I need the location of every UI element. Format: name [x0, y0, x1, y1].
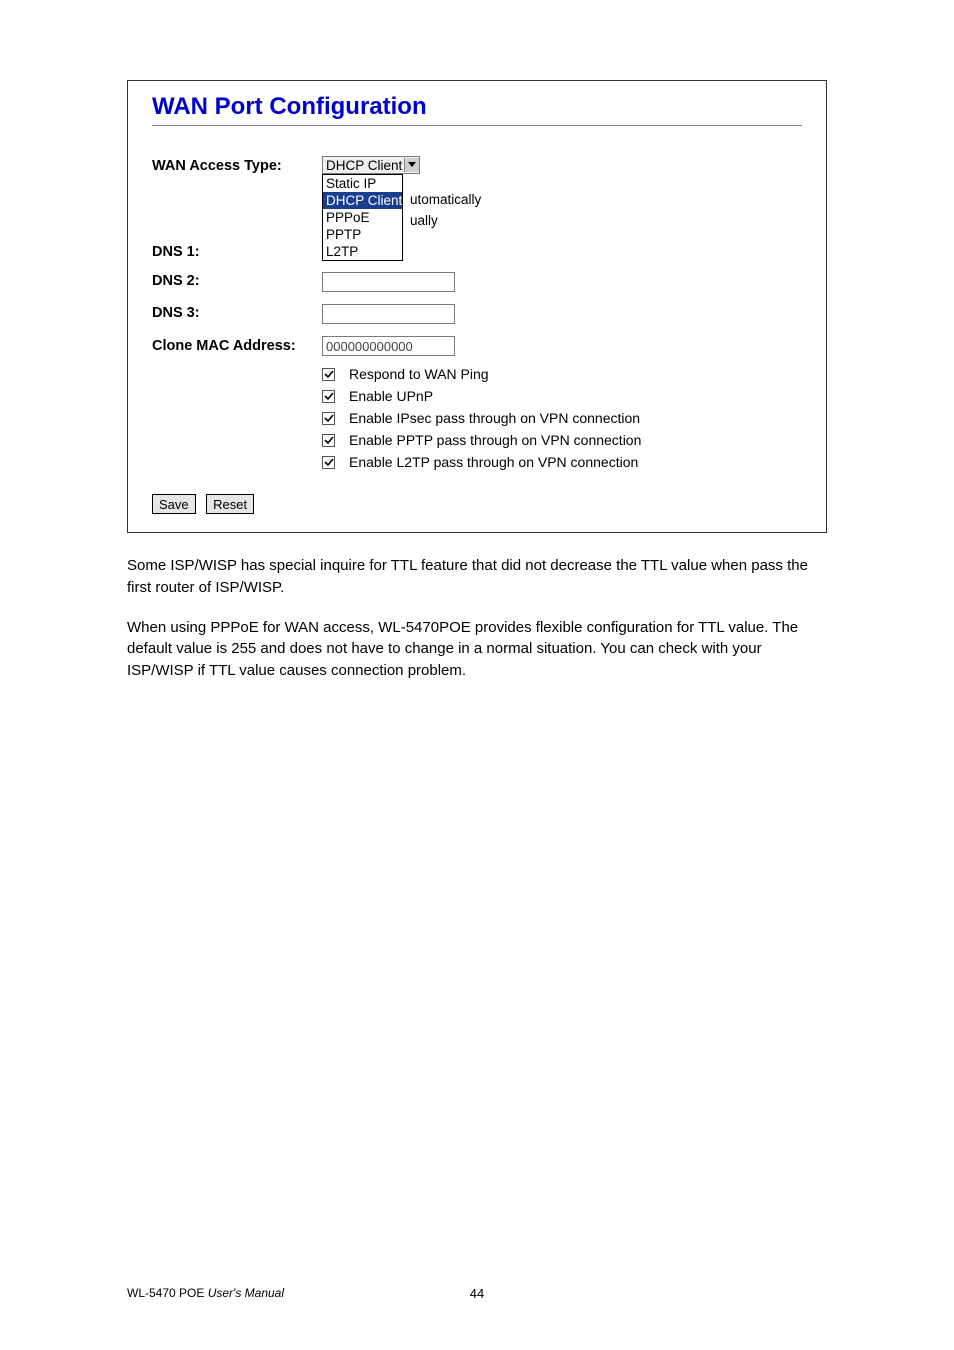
dns2-label: DNS 2:: [152, 272, 322, 289]
panel-title: WAN Port Configuration: [152, 93, 802, 121]
checkbox[interactable]: [322, 434, 335, 447]
wan-config-panel: WAN Port Configuration WAN Access Type: …: [127, 80, 827, 533]
check-l2tp: Enable L2TP pass through on VPN connecti…: [322, 454, 802, 470]
check-wan-ping: Respond to WAN Ping: [322, 366, 802, 382]
check-label: Respond to WAN Ping: [349, 366, 489, 382]
check-label: Enable IPsec pass through on VPN connect…: [349, 410, 640, 426]
clone-mac-input[interactable]: [322, 336, 455, 356]
check-upnp: Enable UPnP: [322, 388, 802, 404]
button-row: Save Reset: [152, 494, 802, 514]
wan-access-label: WAN Access Type:: [152, 156, 322, 174]
dns1-label: DNS 1:: [152, 243, 322, 260]
check-pptp: Enable PPTP pass through on VPN connecti…: [322, 432, 802, 448]
clone-mac-label: Clone MAC Address:: [152, 336, 322, 354]
reset-button[interactable]: Reset: [206, 494, 254, 514]
page-footer: WL-5470 POE User's Manual 44: [0, 1286, 954, 1300]
check-label: Enable UPnP: [349, 388, 433, 404]
chevron-down-icon: [404, 158, 419, 172]
wan-access-select[interactable]: DHCP Client: [322, 156, 420, 174]
checkbox[interactable]: [322, 368, 335, 381]
dns3-row: DNS 3:: [152, 304, 802, 324]
dns2-row: DNS 2:: [152, 272, 802, 292]
wan-access-option[interactable]: L2TP: [323, 243, 402, 260]
check-label: Enable PPTP pass through on VPN connecti…: [349, 432, 641, 448]
wan-access-row: WAN Access Type: DHCP Client Static IP D…: [152, 156, 802, 254]
wan-access-option[interactable]: Static IP: [323, 175, 402, 192]
dns3-label: DNS 3:: [152, 304, 322, 321]
footer-page-number: 44: [0, 1286, 954, 1301]
wan-access-option[interactable]: DHCP Client: [323, 192, 402, 209]
body-text: Some ISP/WISP has special inquire for TT…: [127, 555, 827, 682]
check-ipsec: Enable IPsec pass through on VPN connect…: [322, 410, 802, 426]
paragraph: When using PPPoE for WAN access, WL-5470…: [127, 617, 827, 682]
obscured-text: ually: [410, 213, 438, 228]
save-button[interactable]: Save: [152, 494, 196, 514]
dns3-input[interactable]: [322, 304, 455, 324]
wan-access-option[interactable]: PPTP: [323, 226, 402, 243]
check-label: Enable L2TP pass through on VPN connecti…: [349, 454, 638, 470]
checkbox-group: Respond to WAN Ping Enable UPnP Enable I…: [322, 366, 802, 470]
wan-access-dropdown[interactable]: Static IP DHCP Client PPPoE PPTP L2TP: [322, 174, 403, 261]
clone-mac-row: Clone MAC Address: Respond to WAN Ping E…: [152, 336, 802, 476]
wan-access-selected: DHCP Client: [326, 158, 404, 173]
obscured-text: utomatically: [410, 192, 481, 207]
checkbox[interactable]: [322, 412, 335, 425]
wan-access-option[interactable]: PPPoE: [323, 209, 402, 226]
checkbox[interactable]: [322, 456, 335, 469]
paragraph: Some ISP/WISP has special inquire for TT…: [127, 555, 827, 599]
dns2-input[interactable]: [322, 272, 455, 292]
checkbox[interactable]: [322, 390, 335, 403]
title-divider: [152, 125, 802, 126]
